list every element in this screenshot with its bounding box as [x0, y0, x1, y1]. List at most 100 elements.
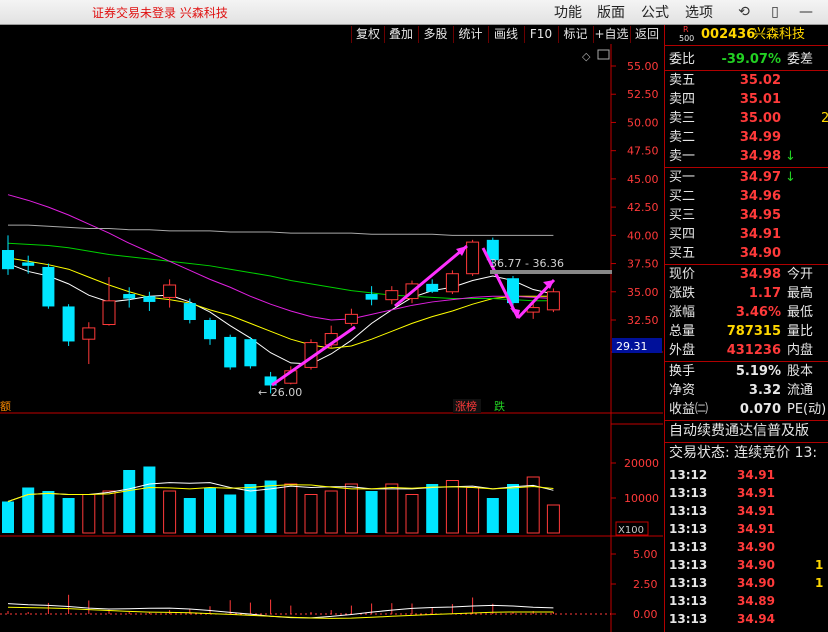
fund-label: 收益㈡ — [669, 402, 709, 417]
bid-row-1[interactable]: 买一 34.97 ↓ — [665, 168, 828, 187]
quote-label: 总量 — [669, 324, 696, 339]
ask-mark: 2 — [821, 111, 828, 126]
candle-body — [143, 296, 156, 302]
price-axis-label: 52.50 — [627, 88, 659, 101]
diamond-icon[interactable]: ◇ — [582, 50, 591, 63]
tick-volume: 1 — [815, 558, 824, 572]
promo-banner[interactable]: 自动续费通达信普及版 — [665, 422, 828, 441]
bid-row-4[interactable]: 买四 34.91 — [665, 225, 828, 244]
range-band — [490, 270, 612, 274]
ask-row-5[interactable]: 卖五 35.02 — [665, 71, 828, 90]
tick-price: 34.90 — [737, 540, 775, 554]
ask-mark: ↓ — [785, 149, 796, 164]
tick-row: 13:13 34.91 — [665, 484, 828, 502]
bid-row-2[interactable]: 买二 34.96 — [665, 187, 828, 206]
ask-price: 34.98 — [739, 149, 781, 164]
tick-time: 13:13 — [669, 522, 708, 536]
candle-body — [426, 283, 439, 292]
stock-code: 002436 — [701, 27, 756, 42]
menu-options[interactable]: 选项 — [685, 2, 713, 22]
ask-row-3[interactable]: 卖三 35.00 2 — [665, 109, 828, 128]
promo-banner-text[interactable]: 自动续费通达信普及版 — [669, 422, 809, 441]
minimize-icon[interactable]: — — [797, 3, 815, 21]
volume-bar — [324, 490, 338, 534]
ask-row-2[interactable]: 卖二 34.99 — [665, 128, 828, 147]
tick-time: 13:13 — [669, 504, 708, 518]
price-axis-label: 45.00 — [627, 173, 659, 186]
uptrend-arrow-1 — [271, 325, 356, 387]
price-axis-label: 47.50 — [627, 145, 659, 158]
bid-price: 34.96 — [739, 189, 781, 204]
weibi-label: 委比 — [669, 52, 696, 67]
fund-label: 换手 — [669, 364, 696, 379]
menu-function[interactable]: 功能 — [554, 2, 582, 22]
quote-label: 现价 — [669, 267, 696, 282]
multi-stock-button[interactable]: 多股 — [418, 26, 452, 43]
bid-label: 买一 — [669, 170, 696, 185]
volume-bar — [224, 494, 237, 533]
draw-line-button[interactable]: 画线 — [488, 26, 523, 43]
volume-bar — [102, 490, 116, 534]
back-button[interactable]: 返回 — [630, 26, 663, 43]
candle-body — [22, 262, 35, 266]
volume-bar — [284, 483, 298, 534]
candle-body — [365, 294, 378, 300]
volume-bar — [143, 466, 156, 533]
price-axis-label: 55.00 — [627, 60, 659, 73]
tick-row: 13:13 34.90 1 — [665, 556, 828, 574]
macd-axis-0: 0.00 — [633, 608, 658, 621]
bid-row-5[interactable]: 买五 34.90 — [665, 244, 828, 263]
mark-button[interactable]: 标记 — [558, 26, 592, 43]
tick-list[interactable]: 13:12 34.91 13:13 34.91 13:13 34.91 13:13 34.91… — [665, 466, 828, 632]
tick-price: 34.90 — [737, 558, 775, 572]
window-icon[interactable] — [597, 49, 610, 60]
marker-up: 涨榜 — [455, 399, 477, 413]
tick-row: 13:13 34.90 1 — [665, 574, 828, 592]
kline-chart[interactable]: 55.00 52.50 50.00 47.50 45.00 42.50 40.00 37.50… — [0, 44, 663, 632]
overlay-button[interactable]: 叠加 — [384, 26, 417, 43]
volume-bar — [62, 498, 75, 533]
candle-body — [466, 241, 480, 275]
ask-row-1[interactable]: 卖一 34.98 ↓ — [665, 147, 828, 166]
fund-row-netasset: 净资 3.32 流通 — [665, 381, 828, 400]
tick-time: 13:13 — [669, 486, 708, 500]
quote-tail: 今开 — [787, 267, 814, 282]
tick-row: 13:12 34.91 — [665, 466, 828, 484]
quote-value: 3.46% — [735, 305, 781, 320]
f10-button[interactable]: F10 — [524, 26, 557, 43]
trade-status-text: 交易状态: 连续竞价 13: — [669, 445, 818, 461]
candle-body — [385, 290, 399, 301]
phone-icon[interactable]: ▯ — [766, 3, 784, 21]
menu-layout[interactable]: 版面 — [597, 2, 625, 22]
menu-formula[interactable]: 公式 — [641, 2, 669, 22]
macd-dea-line — [7, 606, 554, 619]
fund-row-eps: 收益㈡ 0.070 PE(动) — [665, 400, 828, 419]
ask-label: 卖三 — [669, 111, 696, 126]
bid-label: 买五 — [669, 246, 696, 261]
candle-body — [42, 266, 55, 307]
candle-body — [2, 250, 14, 270]
macd-axis-5: 5.00 — [633, 548, 658, 561]
bid-row-3[interactable]: 买三 34.95 — [665, 206, 828, 225]
ask-row-4[interactable]: 卖四 35.01 — [665, 90, 828, 109]
volume-unit: X100 — [618, 525, 644, 536]
ask-label: 卖一 — [669, 149, 696, 164]
bid-mark: ↓ — [785, 170, 796, 185]
tick-row: 13:13 34.94 — [665, 610, 828, 628]
price-axis-label: 40.00 — [627, 229, 659, 242]
add-watchlist-button[interactable]: +自选 — [593, 26, 629, 43]
refresh-icon[interactable]: ⟲ — [735, 3, 753, 21]
candle-body — [244, 339, 257, 367]
tick-time: 13:13 — [669, 594, 708, 608]
statistics-button[interactable]: 统计 — [453, 26, 487, 43]
restore-rights-button[interactable]: 复权 — [351, 26, 384, 43]
price-axis-label: 42.50 — [627, 201, 659, 214]
tick-time: 13:12 — [669, 468, 708, 482]
volume-bar — [546, 504, 560, 534]
candle-body — [344, 313, 358, 324]
candle-body — [183, 303, 196, 320]
ask-price: 35.00 — [739, 111, 781, 126]
ask-price: 35.02 — [739, 73, 781, 88]
candle-body — [82, 327, 96, 340]
quote-row-change: 涨跌 1.17 最高 — [665, 284, 828, 303]
